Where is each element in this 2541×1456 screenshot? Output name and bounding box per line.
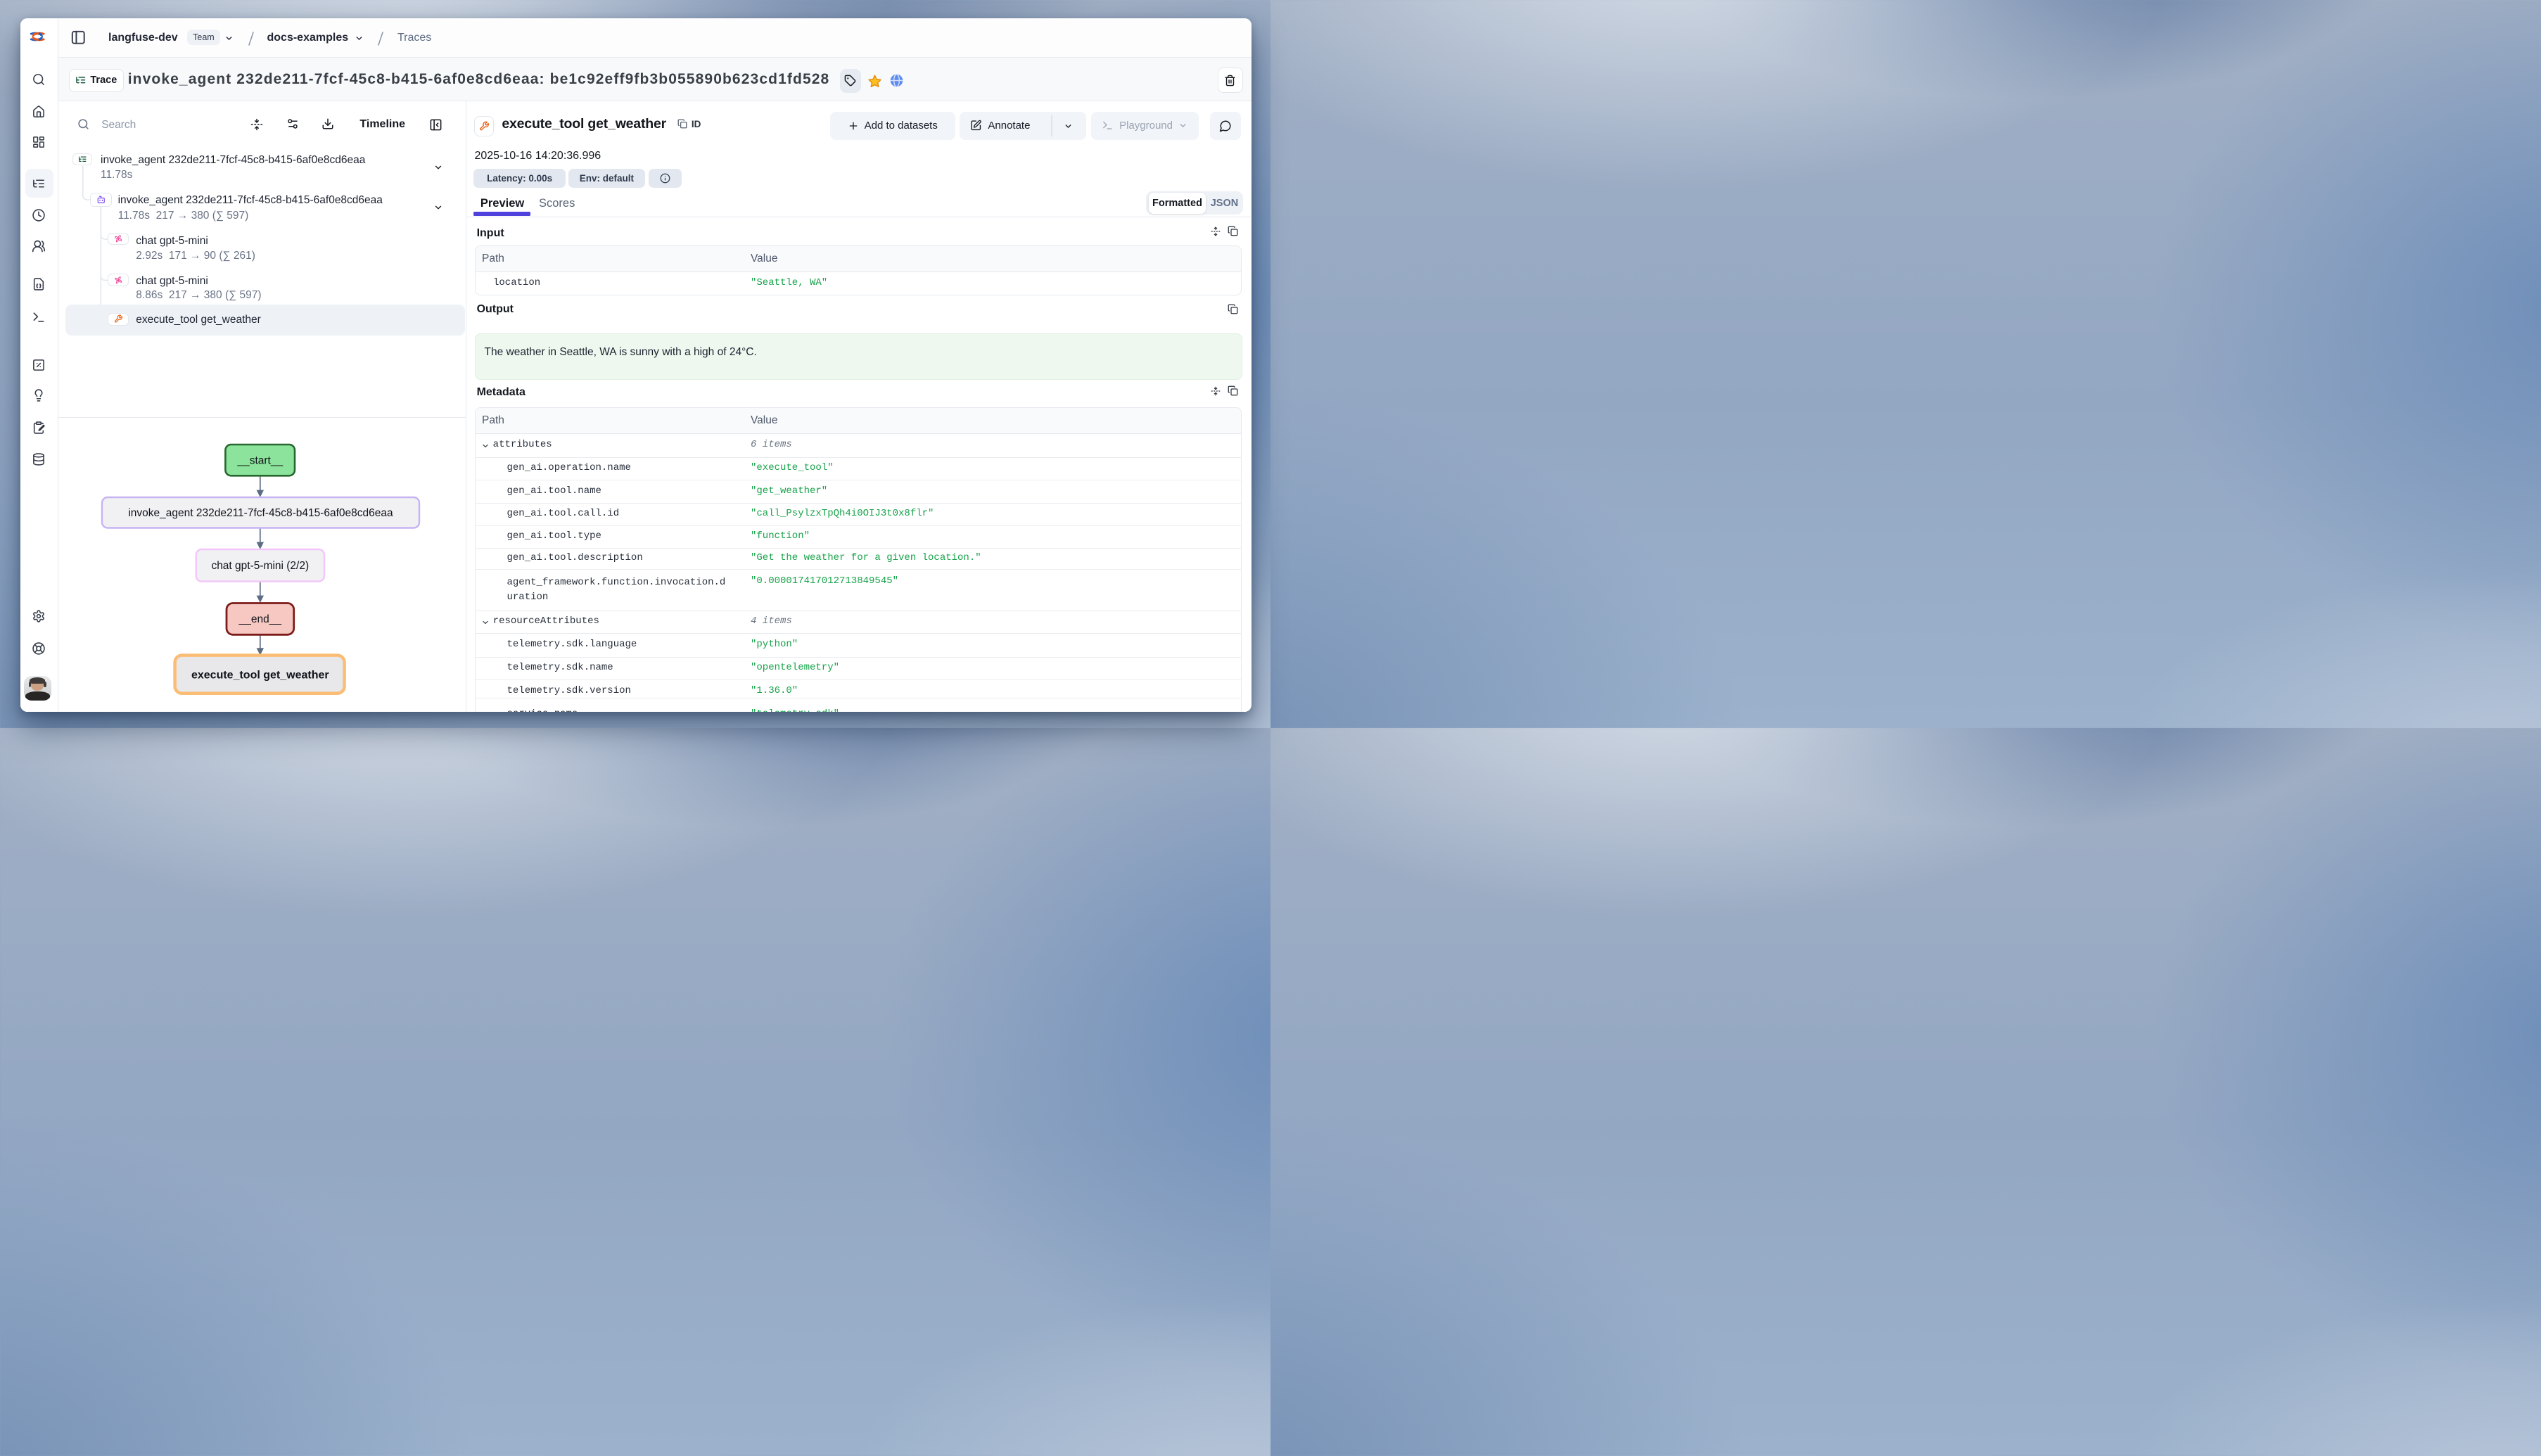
svg-text:execute_tool get_weather: execute_tool get_weather [191, 669, 329, 681]
svg-text:chat gpt-5-mini (2/2): chat gpt-5-mini (2/2) [211, 560, 309, 572]
svg-text:__end__: __end__ [238, 613, 282, 625]
svg-text:__start__: __start__ [236, 454, 283, 466]
svg-text:invoke_agent 232de211-7fcf-45c: invoke_agent 232de211-7fcf-45c8-b415-6af… [128, 507, 393, 519]
